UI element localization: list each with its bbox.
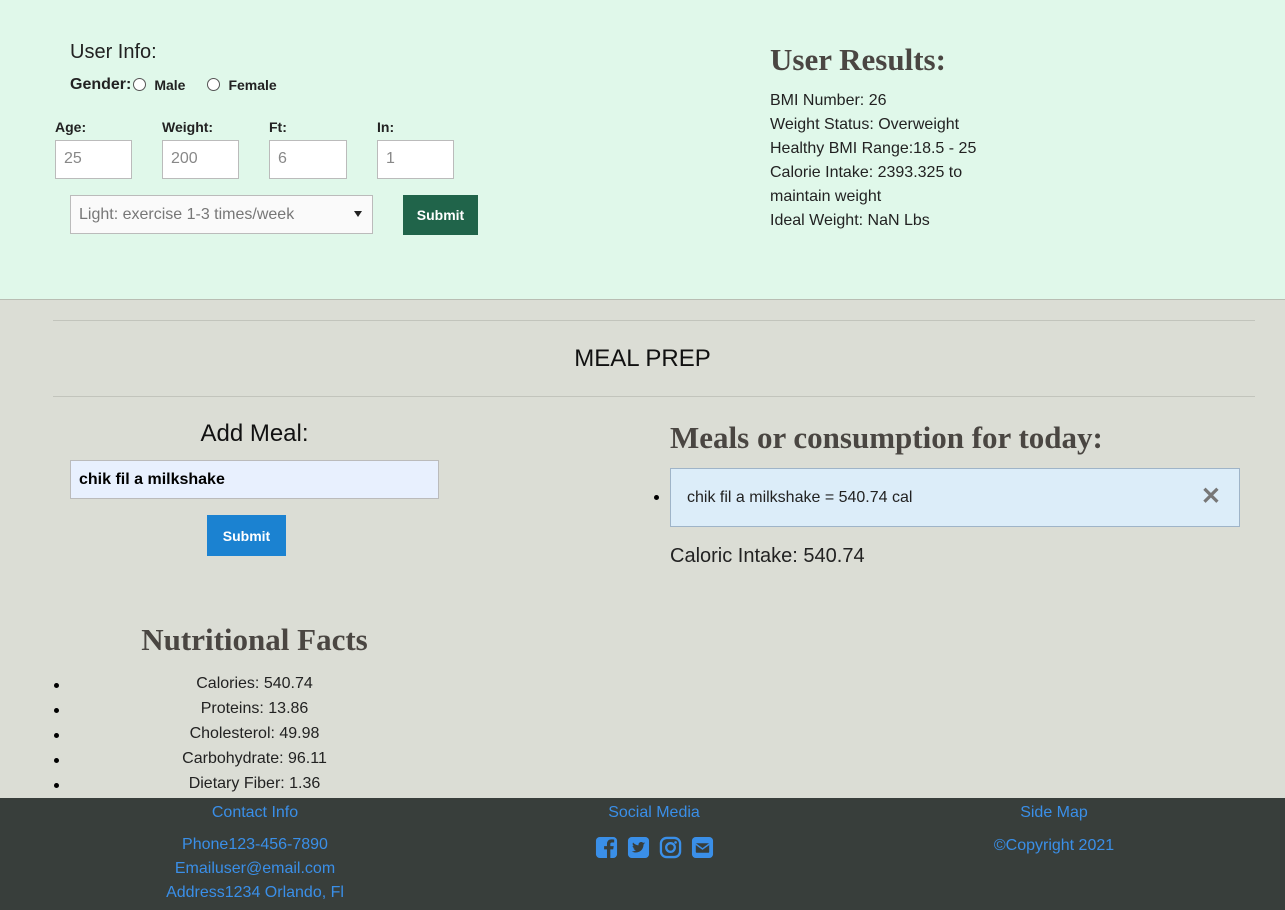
bmi-number: BMI Number: 26: [770, 92, 887, 109]
nutrition-item-cholesterol: Cholesterol: 49.98: [189, 725, 320, 742]
add-meal-title: Add Meal:: [200, 420, 309, 447]
inches-input[interactable]: 1: [377, 140, 454, 179]
list-bullet: [54, 708, 59, 713]
gender-label: Gender:: [70, 76, 132, 93]
weight-input[interactable]: 200: [162, 140, 239, 179]
activity-level-select[interactable]: Light: exercise 1-3 times/week: [70, 195, 373, 234]
user-info-submit-button[interactable]: Submit: [403, 195, 478, 235]
activity-level-value: Light: exercise 1-3 times/week: [79, 206, 295, 223]
list-bullet: [54, 758, 59, 763]
user-info-title: User Info:: [70, 41, 157, 63]
inches-label: In:: [377, 119, 395, 135]
calorie-intake: Calorie Intake: 2393.325 to maintain wei…: [770, 164, 963, 205]
divider: [53, 396, 1255, 397]
list-bullet: [54, 783, 59, 788]
footer: Contact Info Phone123-456-7890 Emailuser…: [0, 798, 1285, 910]
nutrition-item-carbohydrate: Carbohydrate: 96.11: [182, 750, 327, 767]
weight-label: Weight:: [162, 119, 214, 135]
envelope-icon[interactable]: [691, 836, 714, 859]
instagram-icon[interactable]: [659, 836, 682, 859]
caloric-intake: Caloric Intake: 540.74: [670, 545, 865, 567]
contact-address[interactable]: Address1234 Orlando, Fl: [105, 884, 405, 902]
list-bullet: [54, 733, 59, 738]
female-radio[interactable]: [207, 77, 221, 91]
close-icon[interactable]: ✕: [1201, 482, 1221, 511]
ideal-weight: Ideal Weight: NaN Lbs: [770, 212, 930, 229]
user-section: User Info: Gender: Male Female Age: Weig…: [0, 0, 1285, 300]
site-map-link[interactable]: Side Map: [954, 804, 1154, 822]
gender-group: Gender: Male Female: [70, 76, 297, 94]
user-results-list: BMI Number: 26 Weight Status: Overweight…: [770, 89, 1000, 233]
meals-today-title: Meals or consumption for today:: [670, 420, 1103, 455]
male-label: Male: [154, 77, 186, 93]
list-bullet: [54, 683, 59, 688]
meal-list-item: chik fil a milkshake = 540.74 cal ✕: [670, 468, 1240, 527]
contact-info-link[interactable]: Contact Info: [155, 804, 355, 822]
nutrition-item-proteins: Proteins: 13.86: [200, 700, 309, 717]
social-media-link[interactable]: Social Media: [554, 804, 754, 822]
copyright: ©Copyright 2021: [993, 837, 1115, 854]
contact-email[interactable]: Emailuser@email.com: [105, 860, 405, 878]
female-label: Female: [228, 77, 277, 93]
user-results-title: User Results:: [770, 42, 946, 77]
age-label: Age:: [55, 119, 87, 135]
age-input[interactable]: 25: [55, 140, 132, 179]
list-bullet: [654, 495, 659, 500]
nutrition-item-fiber: Dietary Fiber: 1.36: [188, 775, 321, 792]
feet-label: Ft:: [269, 119, 287, 135]
facebook-icon[interactable]: [595, 836, 618, 859]
healthy-bmi-range: Healthy BMI Range:18.5 - 25: [770, 140, 977, 157]
nutritional-facts-title: Nutritional Facts: [141, 622, 368, 657]
divider: [53, 320, 1255, 321]
meal-item-text: chik fil a milkshake = 540.74 cal: [687, 489, 913, 506]
male-radio[interactable]: [133, 77, 147, 91]
chevron-down-icon: [354, 211, 362, 217]
add-meal-submit-button[interactable]: Submit: [207, 515, 286, 556]
meal-input[interactable]: chik fil a milkshake: [70, 460, 439, 499]
nutrition-item-calories: Calories: 540.74: [196, 675, 313, 692]
twitter-icon[interactable]: [627, 836, 650, 859]
feet-input[interactable]: 6: [269, 140, 347, 179]
contact-phone[interactable]: Phone123-456-7890: [105, 836, 405, 854]
meal-prep-title: MEAL PREP: [574, 345, 711, 372]
weight-status: Weight Status: Overweight: [770, 116, 960, 133]
